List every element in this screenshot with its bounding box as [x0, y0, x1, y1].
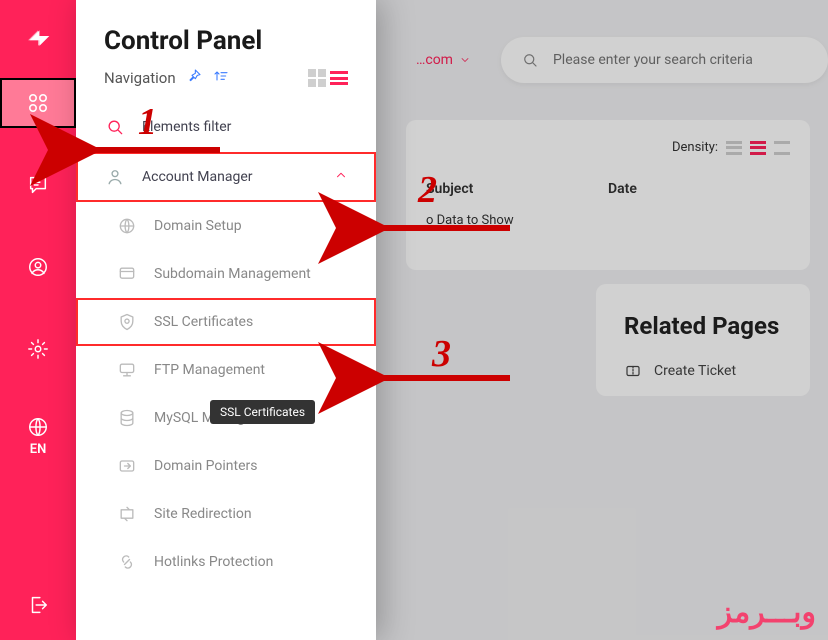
ssl-tooltip: SSL Certificates: [210, 400, 315, 424]
column-subject[interactable]: Subject: [426, 181, 608, 197]
search-input[interactable]: [553, 52, 808, 68]
domain-setup-label: Domain Setup: [154, 218, 348, 234]
search-bar[interactable]: [501, 37, 828, 83]
link-icon: [116, 551, 138, 573]
watermark: وبـــرمز: [718, 595, 816, 630]
sort-icon[interactable]: [212, 68, 230, 88]
domain-selector[interactable]: …com: [406, 46, 481, 74]
rail-language-toggle[interactable]: EN: [2, 406, 74, 466]
submenu-domain-setup[interactable]: Domain Setup: [76, 202, 376, 250]
subdomain-label: Subdomain Management: [154, 266, 348, 282]
rail-settings-icon[interactable]: [2, 324, 74, 374]
submenu-hotlinks[interactable]: Hotlinks Protection: [76, 538, 376, 586]
chevron-up-icon: [334, 168, 348, 186]
ftp-icon: [116, 359, 138, 381]
view-grid-icon[interactable]: [308, 69, 326, 87]
density-loose[interactable]: [774, 141, 790, 155]
submenu-ssl[interactable]: SSL Certificates: [76, 298, 376, 346]
column-date[interactable]: Date: [608, 181, 790, 197]
globe-gear-icon: [116, 215, 138, 237]
panel-title: Control Panel: [76, 26, 376, 64]
subdomain-icon: [116, 263, 138, 285]
shield-icon: [116, 311, 138, 333]
panel-nav-row: Navigation: [76, 64, 376, 102]
app-logo: [0, 0, 76, 72]
density-label: Density:: [672, 140, 718, 155]
data-table-card: Density: Subject Date o Data to Show: [406, 120, 810, 270]
density-compact[interactable]: [726, 141, 742, 155]
rail-logout-icon[interactable]: [2, 580, 74, 630]
ssl-label: SSL Certificates: [154, 314, 348, 330]
domain-label: …com: [416, 52, 453, 68]
account-label: Account Manager: [142, 169, 318, 185]
chevron-down-icon: [459, 54, 471, 66]
submenu-redirection[interactable]: Site Redirection: [76, 490, 376, 538]
submenu-ftp[interactable]: FTP Management: [76, 346, 376, 394]
nav-label: Navigation: [104, 69, 176, 87]
left-nav-rail: EN: [0, 0, 76, 640]
database-icon: [116, 407, 138, 429]
pointer-icon: [116, 455, 138, 477]
control-panel-drawer: Control Panel Navigation Elements filter…: [76, 0, 376, 640]
related-create-ticket[interactable]: Create Ticket: [624, 362, 782, 380]
submenu-pointers[interactable]: Domain Pointers: [76, 442, 376, 490]
menu-account-manager[interactable]: Account Manager: [76, 152, 376, 202]
filter-label: Elements filter: [142, 119, 348, 135]
related-pages-card: Related Pages Create Ticket: [596, 284, 810, 396]
rail-profile-icon[interactable]: [2, 242, 74, 292]
view-list-icon[interactable]: [330, 71, 348, 85]
rail-messages-icon[interactable]: [2, 160, 74, 210]
related-title: Related Pages: [624, 312, 782, 340]
hotlinks-label: Hotlinks Protection: [154, 554, 348, 570]
rail-apps-icon[interactable]: [0, 78, 76, 128]
pointers-label: Domain Pointers: [154, 458, 348, 474]
rail-language-label: EN: [30, 442, 47, 457]
menu-elements-filter[interactable]: Elements filter: [76, 102, 376, 152]
panel-menu: Elements filter Account Manager Domain S…: [76, 102, 376, 586]
ticket-icon: [624, 362, 642, 380]
density-normal[interactable]: [750, 141, 766, 155]
related-create-ticket-label: Create Ticket: [654, 363, 736, 379]
person-icon: [104, 166, 126, 188]
redirection-label: Site Redirection: [154, 506, 348, 522]
search-icon: [104, 116, 126, 138]
submenu-subdomain[interactable]: Subdomain Management: [76, 250, 376, 298]
ftp-label: FTP Management: [154, 362, 348, 378]
pin-icon[interactable]: [186, 68, 202, 88]
redirect-icon: [116, 503, 138, 525]
account-submenu: Domain Setup Subdomain Management SSL Ce…: [76, 202, 376, 586]
no-data-text: o Data to Show: [426, 213, 790, 228]
search-icon: [521, 51, 539, 69]
